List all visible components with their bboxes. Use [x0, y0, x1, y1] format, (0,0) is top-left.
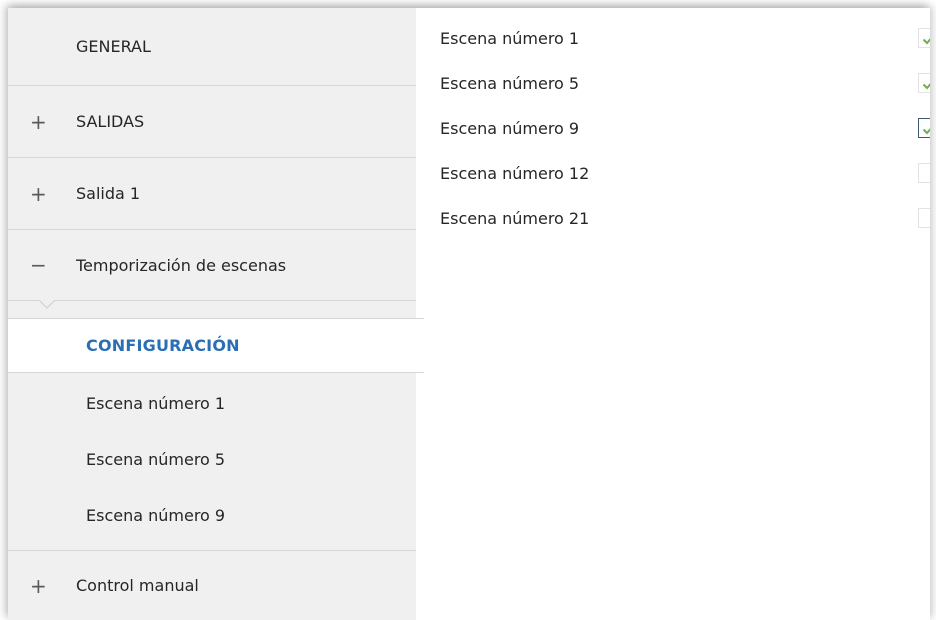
scene-checkbox[interactable] [918, 28, 930, 48]
sidebar-item-label: Temporización de escenas [76, 255, 287, 275]
checkmark-icon [922, 38, 930, 45]
scene-label: Escena número 1 [440, 28, 580, 48]
scene-checkbox[interactable] [918, 208, 930, 228]
sidebar-subitem-escena-5[interactable]: Escena número 5 [8, 431, 416, 487]
scene-checkbox[interactable] [918, 73, 930, 93]
sidebar-subitem-label: Escena número 1 [86, 393, 226, 413]
sidebar-item-salidas[interactable]: + SALIDAS [8, 86, 416, 158]
sidebar-item-control-manual[interactable]: + Control manual [8, 551, 416, 620]
scene-row: Escena número 12 [440, 158, 930, 188]
sidebar-subitem-escena-9[interactable]: Escena número 9 [8, 487, 416, 543]
window-frame: GENERAL + SALIDAS + Salida 1 − Temporiza… [8, 8, 930, 620]
scene-list-panel: Escena número 1 Escena número 5 Escena n… [416, 8, 930, 620]
sidebar: GENERAL + SALIDAS + Salida 1 − Temporiza… [8, 8, 424, 620]
sidebar-item-label: GENERAL [76, 37, 151, 56]
sidebar-subitem-label: Escena número 9 [86, 505, 226, 525]
expand-plus-icon[interactable]: + [30, 574, 47, 598]
sidebar-item-label: Control manual [76, 576, 199, 595]
sidebar-subitem-label: CONFIGURACIÓN [86, 336, 240, 355]
sidebar-item-general[interactable]: GENERAL [8, 8, 416, 86]
sidebar-subitem-escena-1[interactable]: Escena número 1 [8, 375, 416, 431]
expand-plus-icon[interactable]: + [30, 110, 47, 134]
checkmark-icon [922, 128, 930, 135]
scene-checkbox[interactable] [918, 163, 930, 183]
checkmark-icon [922, 83, 930, 90]
scene-row: Escena número 21 [440, 203, 930, 233]
sidebar-subitem-configuracion[interactable]: CONFIGURACIÓN [8, 318, 424, 373]
scene-label: Escena número 21 [440, 208, 590, 228]
sidebar-item-label: Salida 1 [76, 184, 141, 203]
collapse-minus-icon[interactable]: − [30, 253, 47, 277]
scene-row: Escena número 9 [440, 113, 930, 143]
sidebar-subitem-label: Escena número 5 [86, 449, 226, 469]
scene-row: Escena número 1 [440, 23, 930, 53]
scene-checkbox[interactable] [918, 118, 930, 138]
sidebar-item-label: SALIDAS [76, 112, 145, 131]
sidebar-item-temporizacion-de-escenas[interactable]: − Temporización de escenas [8, 230, 416, 301]
scene-label: Escena número 5 [440, 73, 580, 93]
sidebar-item-salida-1[interactable]: + Salida 1 [8, 158, 416, 230]
scene-label: Escena número 9 [440, 118, 580, 138]
expand-plus-icon[interactable]: + [30, 182, 47, 206]
scene-row: Escena número 5 [440, 68, 930, 98]
scene-label: Escena número 12 [440, 163, 590, 183]
